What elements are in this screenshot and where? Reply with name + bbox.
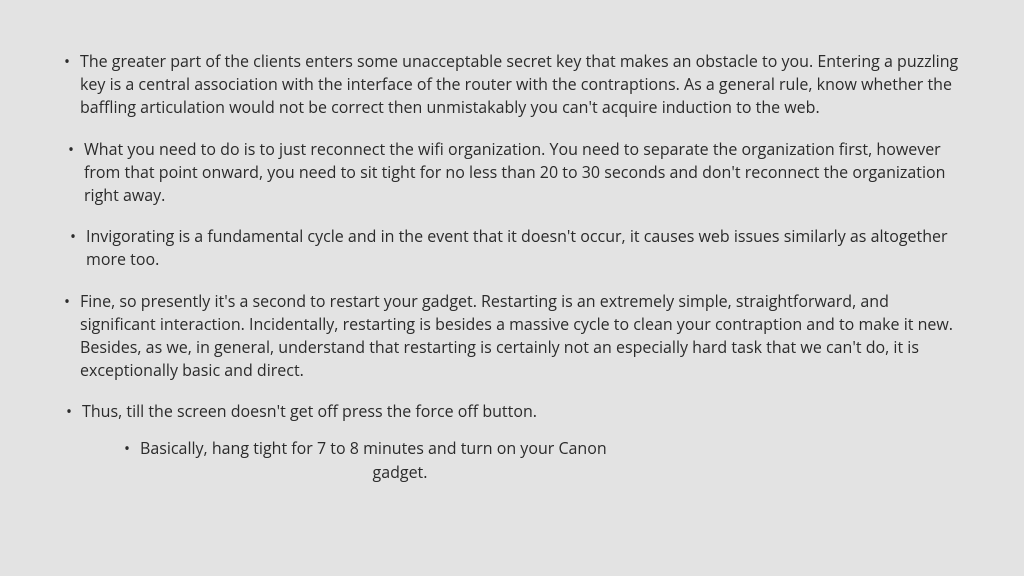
list-item: Fine, so presently it's a second to rest… — [58, 290, 966, 383]
bullet-text: Fine, so presently it's a second to rest… — [80, 290, 953, 382]
sub-bullet-text: Basically, hang tight for 7 to 8 minutes… — [140, 437, 966, 483]
bullet-text: Invigorating is a fundamental cycle and … — [86, 225, 948, 270]
bullet-list: The greater part of the clients enters s… — [58, 50, 966, 484]
list-item: What you need to do is to just reconnect… — [62, 138, 966, 208]
sub-bullet-line2: gadget. — [140, 461, 660, 484]
bullet-text: Thus, till the screen doesn't get off pr… — [82, 400, 537, 422]
list-item: The greater part of the clients enters s… — [58, 50, 966, 120]
list-item: Basically, hang tight for 7 to 8 minutes… — [118, 437, 966, 483]
sub-bullet-line1: Basically, hang tight for 7 to 8 minutes… — [140, 437, 607, 459]
bullet-text: What you need to do is to just reconnect… — [84, 138, 945, 206]
list-item: Invigorating is a fundamental cycle and … — [64, 225, 966, 271]
list-item: Thus, till the screen doesn't get off pr… — [60, 400, 966, 484]
bullet-text: The greater part of the clients enters s… — [80, 50, 958, 118]
sub-bullet-list: Basically, hang tight for 7 to 8 minutes… — [82, 437, 966, 483]
